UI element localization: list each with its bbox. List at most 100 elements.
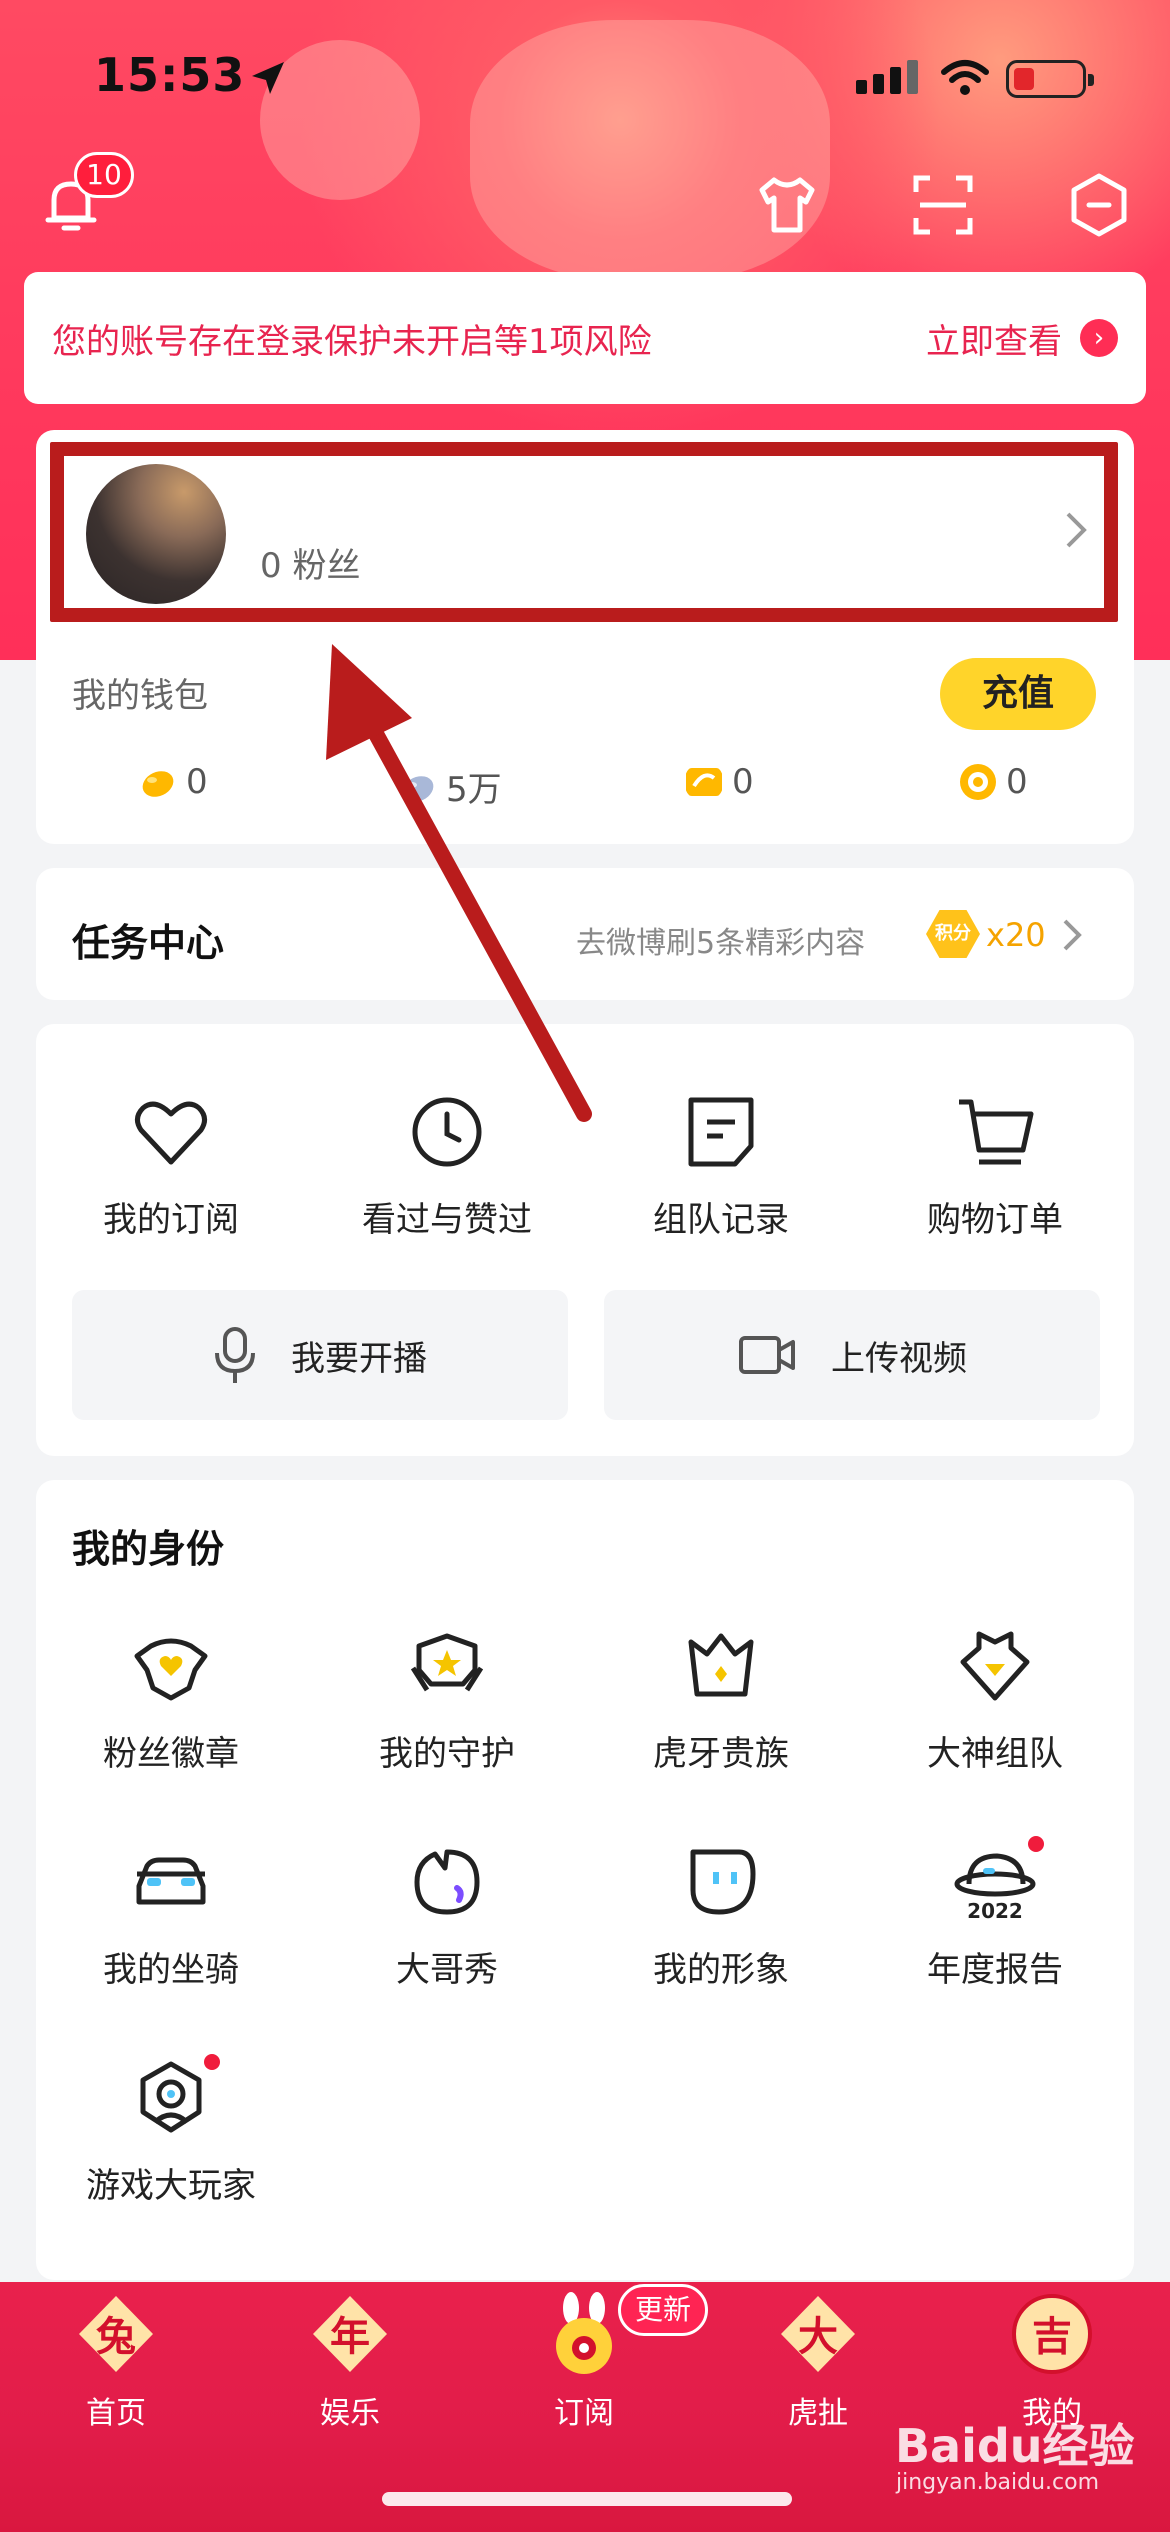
identity-label: 游戏大玩家 [86, 2166, 256, 2206]
diamond-icon [960, 1631, 1030, 1701]
identity-game-player[interactable]: 游戏大玩家 [34, 2056, 308, 2207]
avatar[interactable] [86, 464, 226, 604]
status-bar: 15:53 [0, 0, 1170, 150]
wallet-item-ticket[interactable]: 0 [684, 762, 754, 802]
nav-entertainment[interactable]: 年 娱乐 [280, 2290, 420, 2432]
go-live-label: 我要开播 [291, 1338, 427, 1379]
coin-icon [960, 764, 996, 800]
nav-home[interactable]: 兔 首页 [46, 2290, 186, 2432]
battery-icon [1006, 60, 1094, 98]
report-year: 2022 [967, 1899, 1023, 1923]
wallet-item-coin[interactable]: 0 [958, 762, 1028, 802]
fans-count: 0 粉丝 [260, 546, 361, 586]
identity-team[interactable]: 大神组队 [858, 1624, 1132, 1775]
identity-fan-badge[interactable]: 粉丝徽章 [34, 1624, 308, 1775]
identity-label: 大神组队 [927, 1734, 1063, 1774]
identity-label: 虎牙贵族 [653, 1734, 789, 1774]
new-dot [1028, 1836, 1044, 1852]
big-char-icon: 大 [781, 2296, 855, 2372]
nav-label: 订阅 [554, 2396, 614, 2431]
note-icon [688, 1097, 754, 1167]
nav-home-glyph: 兔 [96, 2314, 136, 2360]
charge-button[interactable]: 充值 [940, 658, 1096, 730]
ticket-icon [686, 768, 722, 796]
lucky-char-icon: 吉 [1012, 2294, 1092, 2374]
wallet-value: 0 [186, 762, 208, 802]
tshirt-icon[interactable] [752, 170, 822, 240]
risk-action-label: 立即查看 [926, 321, 1062, 362]
gold-bean-icon [142, 771, 174, 797]
task-reward: x20 [986, 916, 1046, 954]
risk-text: 您的账号存在登录保护未开启等1项风险 [52, 321, 652, 362]
microphone-icon [215, 1327, 255, 1383]
identity-label: 大哥秀 [396, 1950, 498, 1990]
chevron-right-icon: › [1080, 319, 1118, 357]
identity-label: 我的守护 [379, 1734, 515, 1774]
car-icon [136, 1857, 206, 1905]
identity-label: 粉丝徽章 [103, 1734, 239, 1774]
scan-icon[interactable] [908, 170, 978, 240]
wallet-value: 0 [1006, 762, 1028, 802]
profile-row[interactable]: 0 粉丝 [50, 442, 1118, 622]
shield-minus-icon[interactable] [1064, 170, 1134, 240]
update-badge: 更新 [618, 2284, 709, 2336]
identity-guard[interactable]: 我的守护 [310, 1624, 584, 1775]
new-dot [204, 2054, 220, 2070]
risk-action[interactable]: 立即查看 › [926, 314, 1118, 363]
magnifier-player-icon [140, 2061, 202, 2133]
upload-video-button[interactable]: 上传视频 [604, 1290, 1100, 1420]
home-indicator[interactable] [382, 2492, 792, 2506]
identity-label: 年度报告 [927, 1950, 1063, 1990]
identity-mount[interactable]: 我的坐骑 [34, 1840, 308, 1991]
identity-label: 我的坐骑 [103, 1950, 239, 1990]
status-time: 15:53 [94, 48, 246, 102]
nav-ent-glyph: 年 [330, 2314, 370, 2360]
nav-huche[interactable]: 大 虎扯 [748, 2290, 888, 2432]
identity-annual-report[interactable]: 2022 年度报告 [858, 1840, 1132, 1991]
nav-label: 虎扯 [788, 2396, 848, 2431]
shortcut-orders[interactable]: 购物订单 [858, 1090, 1132, 1241]
bubble-icon [414, 1849, 480, 1915]
rabbit-char-icon: 兔 [79, 2296, 153, 2372]
shortcut-label: 我的订阅 [103, 1200, 239, 1240]
cart-icon [959, 1099, 1034, 1165]
rabbit-mascot-icon [556, 2292, 612, 2374]
fan-badge-icon [134, 1638, 208, 1701]
watermark-url: jingyan.baidu.com [896, 2470, 1100, 2495]
identity-big-bro-show[interactable]: 大哥秀 [310, 1840, 584, 1991]
shortcut-subscribe[interactable]: 我的订阅 [34, 1090, 308, 1241]
notification-badge: 10 [74, 152, 134, 198]
nav-label: 首页 [86, 2396, 146, 2431]
risk-banner[interactable]: 您的账号存在登录保护未开启等1项风险 立即查看 › [24, 272, 1146, 404]
upload-video-label: 上传视频 [831, 1338, 967, 1379]
identity-avatar[interactable]: 我的形象 [584, 1840, 858, 1991]
avatar-face-icon [690, 1849, 756, 1915]
chevron-right-icon [1063, 919, 1082, 951]
identity-title: 我的身份 [72, 1527, 225, 1571]
guard-icon [410, 1633, 484, 1692]
year-char-icon: 年 [313, 2296, 387, 2372]
video-camera-icon [739, 1336, 795, 1374]
signal-icon [856, 60, 918, 94]
wallet-value: 0 [732, 762, 754, 802]
go-live-button[interactable]: 我要开播 [72, 1290, 568, 1420]
task-center-title: 任务中心 [72, 921, 225, 965]
nav-label: 娱乐 [320, 2396, 380, 2431]
annotation-arrow [326, 644, 592, 1122]
heart-icon [135, 1101, 207, 1165]
identity-label: 我的形象 [653, 1950, 789, 1990]
nav-huche-glyph: 大 [798, 2314, 838, 2360]
nav-mine-glyph: 吉 [1032, 2314, 1072, 2360]
identity-noble[interactable]: 虎牙贵族 [584, 1624, 858, 1775]
location-arrow-icon [252, 62, 284, 94]
shortcut-team-record[interactable]: 组队记录 [584, 1090, 858, 1241]
wallet-item-gold-bean[interactable]: 0 [138, 762, 208, 802]
shortcut-label: 看过与赞过 [362, 1200, 532, 1240]
shortcut-label: 购物订单 [927, 1200, 1063, 1240]
wifi-icon [941, 60, 989, 95]
shortcut-label: 组队记录 [653, 1200, 789, 1240]
crown-icon [688, 1633, 754, 1697]
planet-2022-icon: 2022 [954, 1853, 1036, 1923]
wallet-title: 我的钱包 [72, 676, 208, 716]
chevron-right-icon [1066, 512, 1087, 548]
